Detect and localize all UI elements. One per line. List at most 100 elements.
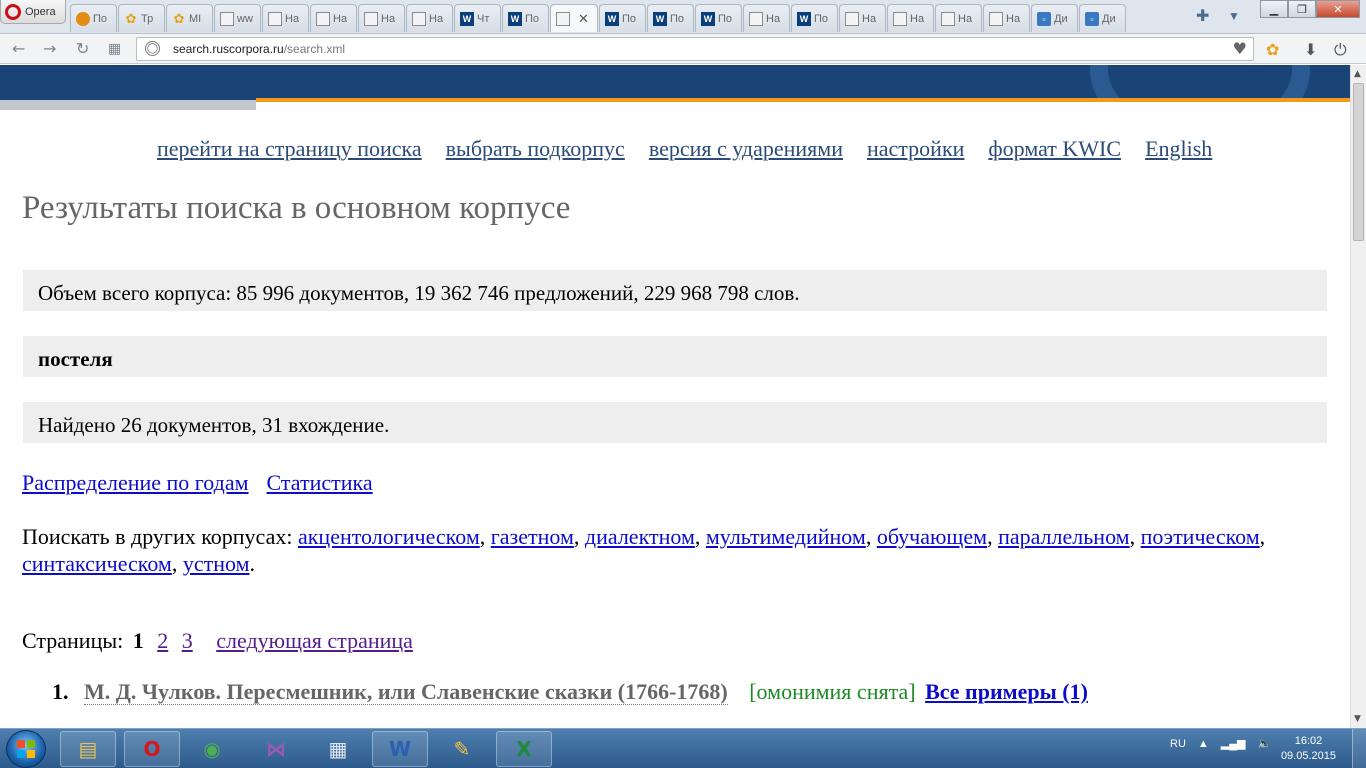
scroll-up-icon[interactable]: ▲ <box>1354 69 1361 79</box>
browser-tab[interactable]: На <box>262 4 309 32</box>
volume-icon[interactable]: 🔈 <box>1258 737 1272 750</box>
close-tab-icon[interactable]: ✕ <box>578 11 589 27</box>
corpus-link[interactable]: устном <box>183 551 250 576</box>
word-icon[interactable]: W <box>372 731 428 767</box>
chrome-icon[interactable]: ◉ <box>184 731 240 767</box>
browser-tab[interactable]: ▫ Ди <box>1079 4 1126 32</box>
extension-flower-icon[interactable]: ✿ <box>1266 40 1279 59</box>
browser-tab[interactable]: ✿ МІ <box>166 4 213 32</box>
opera-menu-button[interactable]: Opera <box>0 0 66 24</box>
settings-link[interactable]: настройки <box>867 136 964 162</box>
bookmark-heart-icon[interactable]: ♥ <box>1233 39 1247 58</box>
clock[interactable]: 16:02 09.05.2015 <box>1281 734 1336 764</box>
browser-tab[interactable]: W По <box>647 4 694 32</box>
clock-date: 09.05.2015 <box>1280 750 1336 762</box>
paint-icon[interactable]: ✎ <box>434 731 490 767</box>
browser-tab[interactable]: W По <box>695 4 742 32</box>
browser-tab[interactable]: ✕ <box>550 4 598 32</box>
maximize-button[interactable]: ❐ <box>1288 0 1316 18</box>
tab-label: По <box>622 12 637 25</box>
address-toolbar: ← → ↻ ▦ ◯ search.ruscorpora.ru/search.xm… <box>0 34 1366 64</box>
back-arrow-icon[interactable]: ← <box>12 39 25 58</box>
browser-tab[interactable]: На <box>887 4 934 32</box>
opera-taskbar-icon[interactable]: O <box>124 731 180 767</box>
browser-tab[interactable]: На <box>358 4 405 32</box>
browser-tab[interactable]: На <box>406 4 453 32</box>
browser-tab[interactable]: ww <box>214 4 261 32</box>
browser-tab[interactable]: W По <box>502 4 549 32</box>
go-to-search-link[interactable]: перейти на страницу поиска <box>157 136 422 162</box>
speed-dial-grid-icon[interactable]: ▦ <box>108 41 121 57</box>
year-distribution-link[interactable]: Распределение по годам <box>22 470 249 496</box>
globe-icon: ◯ <box>145 41 160 56</box>
page-link-2[interactable]: 2 <box>157 628 168 653</box>
choose-subcorpus-link[interactable]: выбрать подкорпус <box>446 136 625 162</box>
browser-tab[interactable]: На <box>839 4 886 32</box>
browser-tab[interactable]: На <box>743 4 790 32</box>
kwic-format-link[interactable]: формат KWIC <box>988 136 1121 162</box>
tab-label: На <box>910 12 925 25</box>
flower-icon: ✿ <box>125 10 137 26</box>
stress-version-link[interactable]: версия с ударениями <box>649 136 843 162</box>
scroll-down-icon[interactable]: ▼ <box>1354 714 1361 724</box>
browser-tab[interactable]: По <box>70 4 117 32</box>
nkrja-icon: W <box>653 11 667 26</box>
corpus-link[interactable]: обучающем <box>877 524 987 549</box>
forward-arrow-icon[interactable]: → <box>43 39 56 58</box>
corpus-link[interactable]: мультимедийном <box>706 524 866 549</box>
next-page-link[interactable]: следующая страница <box>216 628 413 653</box>
calculator-icon[interactable]: ▦ <box>310 731 366 767</box>
corpus-link[interactable]: диалектном <box>585 524 695 549</box>
tab-menu-chevron-down-icon[interactable]: ▼ <box>1228 9 1240 23</box>
result-item: 1. М. Д. Чулков. Пересмешник, или Славен… <box>52 679 1088 705</box>
tab-label: На <box>333 12 348 25</box>
tab-label: По <box>718 12 733 25</box>
minimize-button[interactable]: ▁ <box>1260 0 1288 18</box>
show-desktop-button[interactable] <box>1352 729 1366 768</box>
address-field[interactable]: ◯ search.ruscorpora.ru/search.xml ♥ <box>136 37 1254 61</box>
page-icon <box>556 11 570 26</box>
start-button[interactable] <box>6 730 46 768</box>
url-text: search.ruscorpora.ru/search.xml <box>173 42 345 56</box>
network-signal-icon[interactable]: ▂▄▆ <box>1221 737 1246 750</box>
corpus-link[interactable]: параллельном <box>998 524 1130 549</box>
scroll-thumb[interactable] <box>1353 83 1364 241</box>
explorer-folder-icon[interactable]: ▤ <box>60 731 116 767</box>
tab-label: На <box>766 12 781 25</box>
browser-tab[interactable]: На <box>935 4 982 32</box>
corpus-link[interactable]: синтаксическом <box>22 551 172 576</box>
browser-tab[interactable]: W По <box>599 4 646 32</box>
new-tab-icon[interactable]: ✚ <box>1196 6 1209 26</box>
browser-tab[interactable]: ▫ Ди <box>1031 4 1078 32</box>
page-link-3[interactable]: 3 <box>182 628 193 653</box>
orange-ball-icon <box>76 11 90 26</box>
browser-tab[interactable]: На <box>983 4 1030 32</box>
close-window-button[interactable]: ✕ <box>1316 0 1360 18</box>
browser-tab[interactable]: W По <box>791 4 838 32</box>
download-icon[interactable]: ⬇ <box>1304 40 1317 59</box>
reload-icon[interactable]: ↻ <box>76 39 89 58</box>
page-icon <box>364 11 378 26</box>
tab-label: По <box>670 12 685 25</box>
excel-icon[interactable]: X <box>496 731 552 767</box>
browser-tab[interactable]: На <box>310 4 357 32</box>
corpus-link[interactable]: газетном <box>491 524 574 549</box>
english-link[interactable]: English <box>1145 136 1212 162</box>
tray-expand-icon[interactable]: ▲ <box>1198 738 1209 750</box>
visual-studio-icon[interactable]: ⋈ <box>248 731 304 767</box>
tab-label: На <box>862 12 877 25</box>
power-icon[interactable]: ⏻ <box>1334 40 1347 60</box>
corpus-link[interactable]: поэтическом <box>1141 524 1260 549</box>
browser-tab[interactable]: W Чт <box>454 4 501 32</box>
page-icon <box>941 11 955 26</box>
browser-tab[interactable]: ✿ Тр <box>118 4 165 32</box>
language-indicator[interactable]: RU <box>1170 738 1186 750</box>
statistics-link[interactable]: Статистика <box>267 470 373 496</box>
page-icon <box>749 11 763 26</box>
result-title[interactable]: М. Д. Чулков. Пересмешник, или Славенски… <box>84 679 728 705</box>
homonymy-label: [омонимия снята] <box>749 679 916 704</box>
corpus-link[interactable]: акцентологическом <box>298 524 480 549</box>
all-examples-link[interactable]: Все примеры (1) <box>925 679 1088 704</box>
tab-label: По <box>93 12 108 25</box>
page-scrollbar[interactable]: ▲ ▼ <box>1350 65 1366 728</box>
